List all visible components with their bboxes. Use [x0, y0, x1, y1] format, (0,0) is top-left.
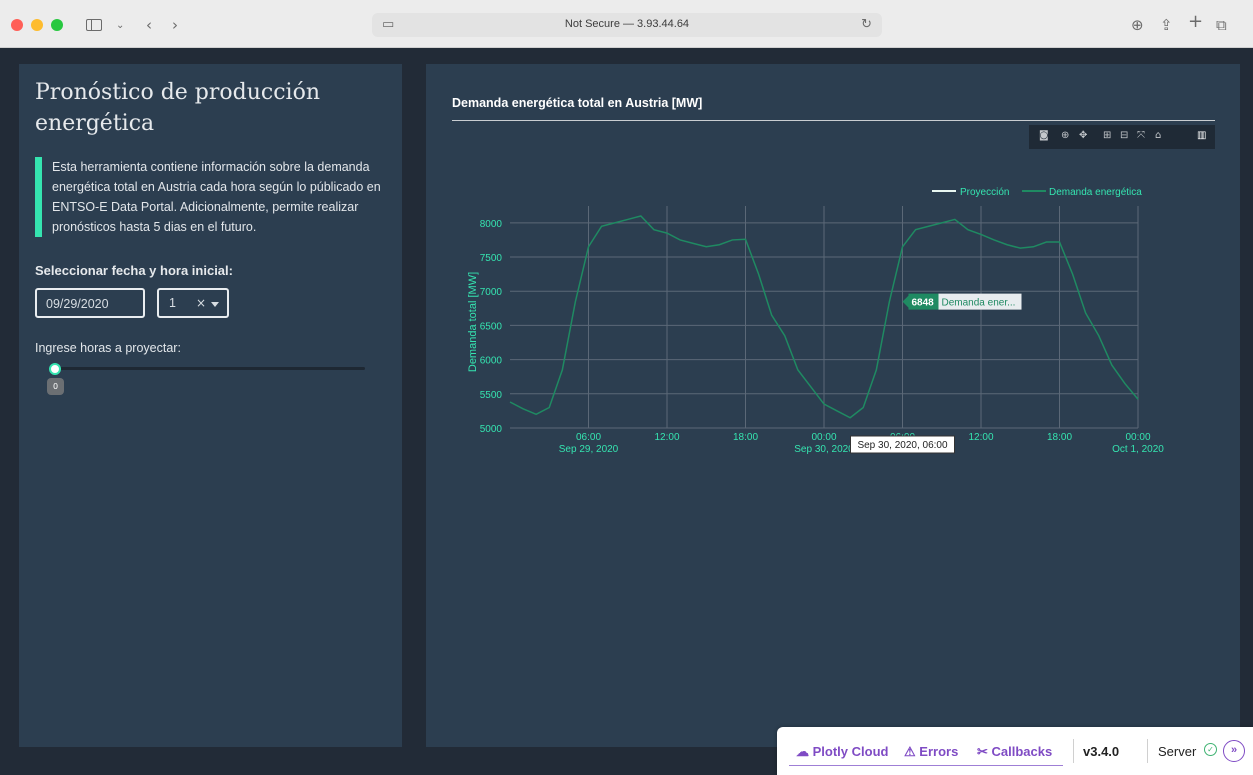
description-callout: Esta herramienta contiene información so…	[35, 157, 385, 237]
x-tick-label: 18:00	[1047, 432, 1072, 443]
dash-debug-bar: ☁ Plotly Cloud ⚠ Errors ✂ Callbacks v3.4…	[777, 727, 1253, 775]
x-tick-sublabel: Sep 30, 2020	[794, 444, 854, 455]
address-text: Not Secure — 3.93.44.64	[564, 18, 690, 30]
legend-label-proyeccion: Proyección	[960, 187, 1009, 198]
hours-label: Ingrese horas a proyectar:	[35, 341, 181, 355]
x-tick-label: 12:00	[654, 432, 679, 443]
y-tick-label: 5500	[480, 390, 503, 401]
minimize-window-button[interactable]	[31, 19, 43, 31]
y-tick-label: 5000	[480, 424, 503, 435]
zoom-window-button[interactable]	[51, 19, 63, 31]
y-tick-label: 8000	[480, 219, 503, 230]
hours-slider-track[interactable]	[49, 367, 365, 370]
hour-value: 1	[169, 296, 176, 310]
hover-value: 6848	[912, 298, 935, 309]
y-axis-title: Demanda total [MW]	[467, 272, 479, 372]
dash-version: v3.4.0	[1083, 744, 1120, 759]
separator	[1147, 739, 1148, 763]
separator	[1073, 739, 1074, 763]
x-tick-label: 12:00	[968, 432, 993, 443]
check-icon: ✓	[1204, 743, 1217, 756]
y-tick-label: 6500	[480, 321, 503, 332]
description-text: Esta herramienta contiene información so…	[52, 160, 381, 234]
new-tab-icon[interactable]: +	[1188, 13, 1203, 31]
clear-icon[interactable]: ×	[196, 296, 206, 310]
reload-icon[interactable]: ↻	[861, 17, 872, 33]
y-tick-label: 7500	[480, 253, 503, 264]
x-tick-label: 18:00	[733, 432, 758, 443]
controls-panel: Pronóstico de producción energética Esta…	[19, 64, 402, 747]
y-tick-label: 7000	[480, 287, 503, 298]
expand-icon[interactable]: »	[1223, 740, 1245, 762]
callbacks-button[interactable]: ✂ Callbacks	[977, 744, 1052, 760]
browser-toolbar: ⌄ ‹ › ▭ Not Secure — 3.93.44.64 ↻ ⊕ ⇪ + …	[0, 0, 1253, 48]
chevron-down-icon[interactable]: ⌄	[116, 18, 124, 34]
y-tick-label: 6000	[480, 356, 503, 367]
downloads-icon[interactable]: ⊕	[1131, 17, 1144, 33]
plotly-cloud-button[interactable]: ☁ Plotly Cloud	[796, 744, 888, 760]
forward-icon[interactable]: ›	[172, 17, 178, 33]
hover-pointer	[902, 295, 909, 308]
chevron-down-icon[interactable]	[211, 302, 219, 307]
address-bar[interactable]: ▭ Not Secure — 3.93.44.64 ↻	[372, 13, 882, 37]
debug-underline	[789, 765, 1063, 766]
sidebar-toggle-icon[interactable]	[86, 19, 102, 31]
demand-line-chart[interactable]: 5000 5500 6000 6500 7000 7500 8000 06:00Sep 29,…	[426, 64, 1240, 484]
x-tick-sublabel: Sep 29, 2020	[559, 444, 619, 455]
hours-slider-handle[interactable]	[49, 363, 61, 375]
page-title: Pronóstico de producción energética	[35, 80, 320, 136]
x-tick-label: 06:00	[576, 432, 601, 443]
tab-overview-icon[interactable]: ⧉	[1216, 17, 1227, 33]
back-icon[interactable]: ‹	[146, 17, 152, 33]
hour-dropdown[interactable]: 1 ×	[157, 288, 229, 318]
x-tick-label: 00:00	[811, 432, 836, 443]
share-icon[interactable]: ⇪	[1160, 17, 1173, 33]
errors-button[interactable]: ⚠ Errors	[904, 744, 958, 760]
date-label: Seleccionar fecha y hora inicial:	[35, 263, 233, 278]
x-tick-sublabel: Oct 1, 2020	[1112, 444, 1164, 455]
date-picker-input[interactable]: 09/29/2020	[35, 288, 145, 318]
hover-series: Demanda ener...	[942, 298, 1016, 309]
legend-label-demanda: Demanda energética	[1049, 187, 1142, 198]
slider-value-tooltip: 0	[47, 378, 64, 395]
x-tick-label: 00:00	[1125, 432, 1150, 443]
chart-panel: Demanda energética total en Austria [MW]…	[426, 64, 1240, 747]
close-window-button[interactable]	[11, 19, 23, 31]
server-status: Server	[1158, 744, 1197, 759]
hover-x-label: Sep 30, 2020, 06:00	[857, 440, 948, 451]
